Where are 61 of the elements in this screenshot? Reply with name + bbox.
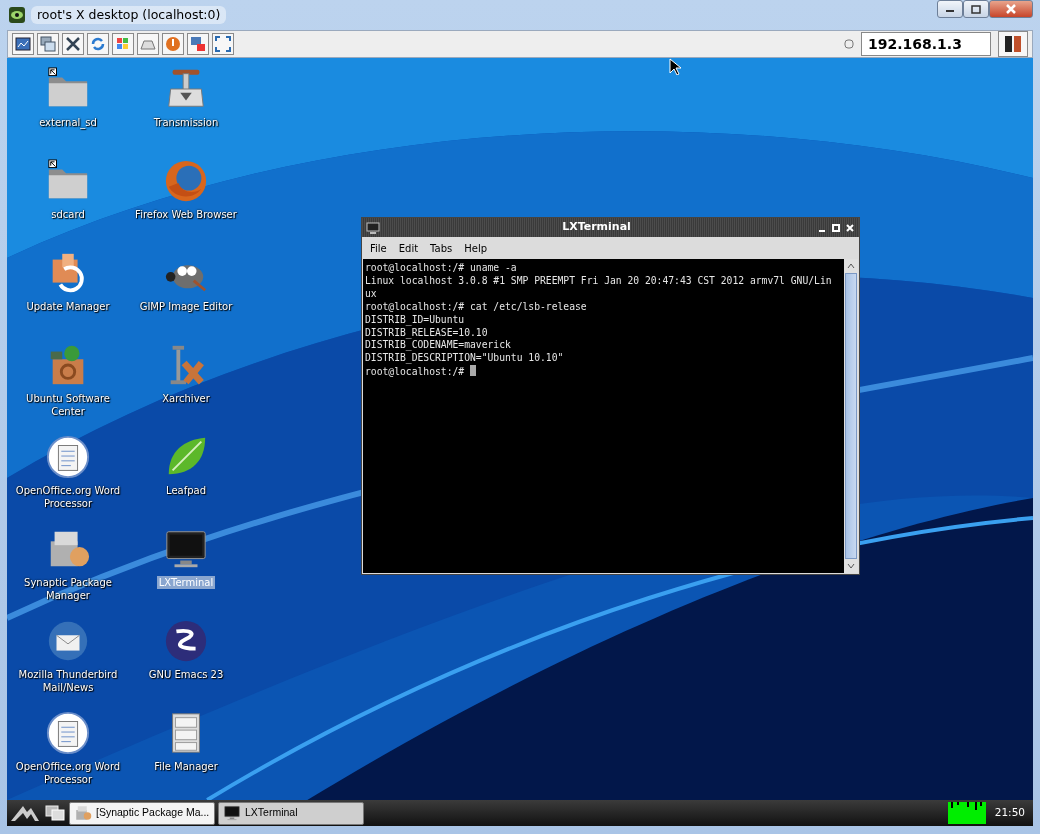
- terminal-line: root@localhost:/# uname -a: [365, 262, 517, 273]
- icon-label[interactable]: Xarchiver: [160, 392, 212, 405]
- icon-label[interactable]: File Manager: [152, 760, 220, 773]
- window-title: LXTerminal: [561, 219, 632, 236]
- terminal-line: DISTRIB_ID=Ubuntu: [365, 313, 465, 325]
- document-icon[interactable]: [45, 434, 91, 480]
- icon-label[interactable]: GNU Emacs 23: [146, 668, 226, 681]
- task-button[interactable]: LXTerminal: [218, 801, 364, 825]
- icon-label[interactable]: Transmission: [151, 116, 221, 129]
- icon-label[interactable]: Firefox Web Browser: [133, 208, 239, 221]
- terminal-line: DISTRIB_DESCRIPTION="Ubuntu 10.10": [365, 352, 564, 364]
- screen-icon[interactable]: [14, 35, 32, 53]
- icon-label[interactable]: OpenOffice.org Word Processor: [12, 484, 124, 510]
- eye-icon: [9, 7, 25, 23]
- icon-label[interactable]: Mozilla Thunderbird Mail/News: [12, 668, 124, 694]
- menu-item[interactable]: Help: [460, 240, 492, 256]
- icon-label[interactable]: Synaptic Package Manager: [12, 576, 124, 602]
- icon-label[interactable]: Leafpad: [164, 484, 208, 497]
- address-field[interactable]: 192.168.1.3: [861, 32, 991, 56]
- icon-label[interactable]: sdcard: [49, 208, 87, 221]
- refresh-icon[interactable]: [89, 35, 107, 53]
- scroll-down-icon[interactable]: [847, 563, 855, 569]
- icon-label[interactable]: GIMP Image Editor: [137, 300, 235, 313]
- terminal-line: root@localhost:/# cat /etc/lsb-release: [365, 300, 587, 312]
- maximize-button[interactable]: [963, 0, 989, 18]
- icon-label[interactable]: OpenOffice.org Word Processor: [12, 760, 124, 786]
- icon-label[interactable]: Update Manager: [24, 300, 112, 313]
- terminal-line: Linux localhost 3.0.8 #1 SMP PREEMPT Fri Jan 20 20:47:43 CST 2012 armv7l GNU/Lin: [365, 274, 832, 286]
- panel-button[interactable]: [998, 31, 1028, 57]
- panel-icon: [1004, 35, 1022, 53]
- window-title: root's X desktop (localhost:0): [31, 5, 227, 25]
- close-button[interactable]: [989, 0, 1033, 18]
- terminal-icon: [366, 221, 380, 234]
- radio-button[interactable]: [844, 39, 854, 49]
- clock: 21:50: [993, 805, 1026, 821]
- swirl-icon[interactable]: [163, 618, 209, 664]
- windows-icon[interactable]: [44, 803, 66, 823]
- cpu-monitor: [947, 802, 986, 824]
- stop-icon[interactable]: [164, 35, 182, 53]
- task-button[interactable]: [Synaptic Package Ma...: [69, 801, 215, 825]
- scrollbar-thumb[interactable]: [845, 273, 857, 559]
- menu-item[interactable]: Edit: [394, 240, 423, 256]
- terminal-line: ux: [365, 287, 377, 299]
- terminal-line: DISTRIB_CODENAME=maverick: [365, 339, 511, 351]
- cursor-icon: [669, 58, 681, 75]
- package-icon: [74, 804, 92, 822]
- monitor-icon: [223, 804, 241, 822]
- icon-label[interactable]: Ubuntu Software Center: [12, 392, 124, 418]
- text-cursor: [470, 365, 476, 377]
- minimize-button[interactable]: [937, 0, 963, 18]
- fullscreen-icon[interactable]: [214, 35, 232, 53]
- document-icon[interactable]: [45, 710, 91, 756]
- icon-label[interactable]: external_sd: [37, 116, 99, 129]
- menu-item[interactable]: Tabs: [426, 240, 457, 256]
- scroll-up-icon[interactable]: [847, 263, 855, 269]
- maximize-icon: [971, 4, 981, 14]
- terminal-line: DISTRIB_RELEASE=10.10: [365, 326, 488, 338]
- disconnect-icon[interactable]: [189, 35, 207, 53]
- close-icon: [1005, 4, 1017, 14]
- terminal-line: root@localhost:/#: [365, 366, 466, 378]
- menu-item[interactable]: File: [366, 240, 391, 256]
